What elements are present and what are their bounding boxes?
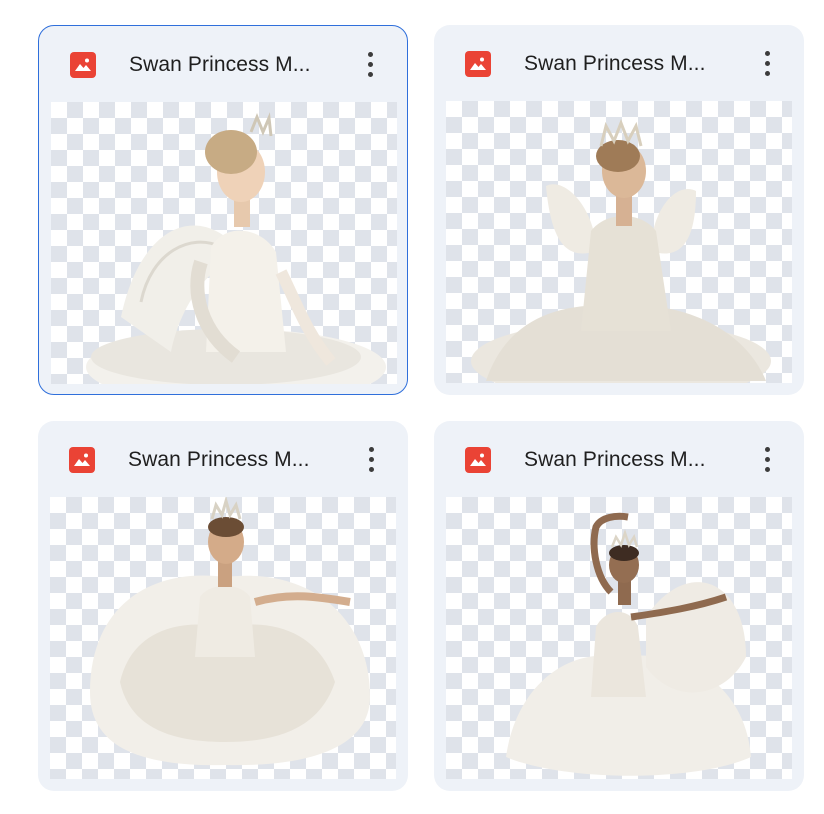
file-card[interactable]: Swan Princess M... xyxy=(38,421,408,791)
image-file-icon xyxy=(69,447,95,473)
file-title: Swan Princess M... xyxy=(129,53,311,76)
more-options-button[interactable] xyxy=(754,47,782,81)
file-card-header: Swan Princess M... xyxy=(434,25,804,101)
swan-princess-image xyxy=(90,497,370,766)
swan-princess-image xyxy=(86,112,386,384)
file-card-header: Swan Princess M... xyxy=(39,26,407,102)
more-options-button[interactable] xyxy=(357,48,385,82)
swan-princess-image xyxy=(471,118,771,383)
image-file-icon xyxy=(465,447,491,473)
swan-princess-image xyxy=(506,512,751,776)
file-card-header: Swan Princess M... xyxy=(38,421,408,497)
more-options-button[interactable] xyxy=(754,443,782,477)
file-title: Swan Princess M... xyxy=(128,448,310,471)
file-thumbnail[interactable] xyxy=(50,497,396,779)
file-card[interactable]: Swan Princess M... xyxy=(434,421,804,791)
file-thumbnail[interactable] xyxy=(446,497,792,779)
file-thumbnail[interactable] xyxy=(51,102,397,384)
file-title: Swan Princess M... xyxy=(524,52,706,75)
file-card[interactable]: Swan Princess M... xyxy=(38,25,408,395)
file-title: Swan Princess M... xyxy=(524,448,706,471)
file-card-header: Swan Princess M... xyxy=(434,421,804,497)
more-options-button[interactable] xyxy=(358,443,386,477)
file-grid: Swan Princess M... Swan Princess M... Sw… xyxy=(0,0,824,814)
image-file-icon xyxy=(465,51,491,77)
file-card[interactable]: Swan Princess M... xyxy=(434,25,804,395)
file-thumbnail[interactable] xyxy=(446,101,792,383)
image-file-icon xyxy=(70,52,96,78)
